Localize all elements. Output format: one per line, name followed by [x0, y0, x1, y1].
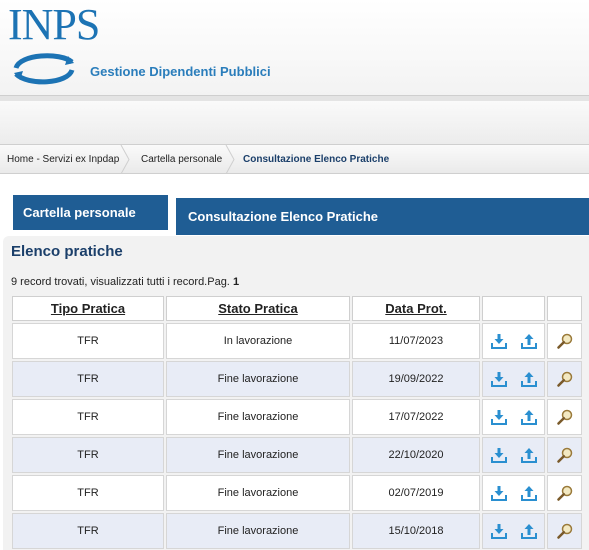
upload-icon[interactable]: [520, 485, 537, 501]
download-icon[interactable]: [490, 333, 507, 349]
cell-tipo-pratica: TFR: [12, 437, 164, 473]
header-detail: [547, 296, 582, 321]
magnifier-icon[interactable]: [556, 333, 573, 349]
inps-logo[interactable]: INPS: [8, 2, 100, 90]
cell-actions: [482, 361, 545, 397]
cell-stato-pratica: Fine lavorazione: [166, 513, 350, 549]
record-info: 9 record trovati, visualizzati tutti i r…: [11, 276, 239, 288]
table-body: TFR In lavorazione 11/07/2023 TFR Fine lavor…: [12, 323, 582, 549]
magnifier-icon[interactable]: [556, 447, 573, 463]
cell-data-prot: 22/10/2020: [352, 437, 480, 473]
breadcrumb-cartella[interactable]: Cartella personale: [141, 145, 222, 174]
cell-tipo-pratica: TFR: [12, 399, 164, 435]
cell-detail: [547, 437, 582, 473]
menu-band: [0, 101, 589, 145]
logo-text: INPS: [8, 0, 100, 49]
cell-actions: [482, 323, 545, 359]
app-title: Gestione Dipendenti Pubblici: [90, 64, 271, 79]
cell-data-prot: 02/07/2019: [352, 475, 480, 511]
cell-detail: [547, 361, 582, 397]
cell-actions: [482, 475, 545, 511]
cell-tipo-pratica: TFR: [12, 513, 164, 549]
table-row: TFR Fine lavorazione 19/09/2022: [12, 361, 582, 397]
tab-consultazione-elenco-pratiche[interactable]: Consultazione Elenco Pratiche: [176, 198, 589, 235]
record-info-text: 9 record trovati, visualizzati tutti i r…: [11, 276, 230, 288]
cell-tipo-pratica: TFR: [12, 323, 164, 359]
cell-data-prot: 17/07/2022: [352, 399, 480, 435]
cell-stato-pratica: Fine lavorazione: [166, 475, 350, 511]
breadcrumb-home[interactable]: Home - Servizi ex Inpdap: [7, 145, 119, 174]
upload-icon[interactable]: [520, 333, 537, 349]
pratiche-table: Tipo Pratica Stato Pratica Data Prot. TF…: [10, 294, 584, 550]
cell-tipo-pratica: TFR: [12, 361, 164, 397]
logo-swirl-icon: [13, 53, 75, 85]
panel-title: Elenco pratiche: [11, 243, 123, 260]
cell-data-prot: 11/07/2023: [352, 323, 480, 359]
breadcrumb-current: Consultazione Elenco Pratiche: [243, 154, 390, 165]
download-icon[interactable]: [490, 523, 507, 539]
page-number: 1: [232, 276, 240, 288]
cell-stato-pratica: Fine lavorazione: [166, 437, 350, 473]
breadcrumb-separator-icon: [120, 145, 130, 174]
site-header: INPS Gestione Dipendenti Pubblici: [0, 0, 589, 95]
cell-detail: [547, 475, 582, 511]
magnifier-icon[interactable]: [556, 409, 573, 425]
table-row: TFR Fine lavorazione 17/07/2022: [12, 399, 582, 435]
upload-icon[interactable]: [520, 409, 537, 425]
breadcrumb: Home - Servizi ex Inpdap Cartella person…: [0, 145, 589, 174]
breadcrumb-separator-icon: [225, 145, 235, 174]
cell-stato-pratica: Fine lavorazione: [166, 399, 350, 435]
download-icon[interactable]: [490, 447, 507, 463]
magnifier-icon[interactable]: [556, 371, 573, 387]
cell-data-prot: 19/09/2022: [352, 361, 480, 397]
cell-detail: [547, 399, 582, 435]
magnifier-icon[interactable]: [556, 485, 573, 501]
header-actions: [482, 296, 545, 321]
upload-icon[interactable]: [520, 447, 537, 463]
upload-icon[interactable]: [520, 371, 537, 387]
download-icon[interactable]: [490, 485, 507, 501]
table-row: TFR Fine lavorazione 15/10/2018: [12, 513, 582, 549]
cell-actions: [482, 437, 545, 473]
table-row: TFR Fine lavorazione 02/07/2019: [12, 475, 582, 511]
magnifier-icon[interactable]: [556, 523, 573, 539]
upload-icon[interactable]: [520, 523, 537, 539]
download-icon[interactable]: [490, 371, 507, 387]
header-tipo-pratica[interactable]: Tipo Pratica: [12, 296, 164, 321]
cell-stato-pratica: In lavorazione: [166, 323, 350, 359]
cell-detail: [547, 513, 582, 549]
cell-actions: [482, 513, 545, 549]
cell-stato-pratica: Fine lavorazione: [166, 361, 350, 397]
header-data-prot[interactable]: Data Prot.: [352, 296, 480, 321]
table-row: TFR Fine lavorazione 22/10/2020: [12, 437, 582, 473]
tab-cartella-personale[interactable]: Cartella personale: [13, 195, 168, 230]
table-row: TFR In lavorazione 11/07/2023: [12, 323, 582, 359]
cell-detail: [547, 323, 582, 359]
download-icon[interactable]: [490, 409, 507, 425]
cell-data-prot: 15/10/2018: [352, 513, 480, 549]
cell-tipo-pratica: TFR: [12, 475, 164, 511]
header-stato-pratica[interactable]: Stato Pratica: [166, 296, 350, 321]
cell-actions: [482, 399, 545, 435]
